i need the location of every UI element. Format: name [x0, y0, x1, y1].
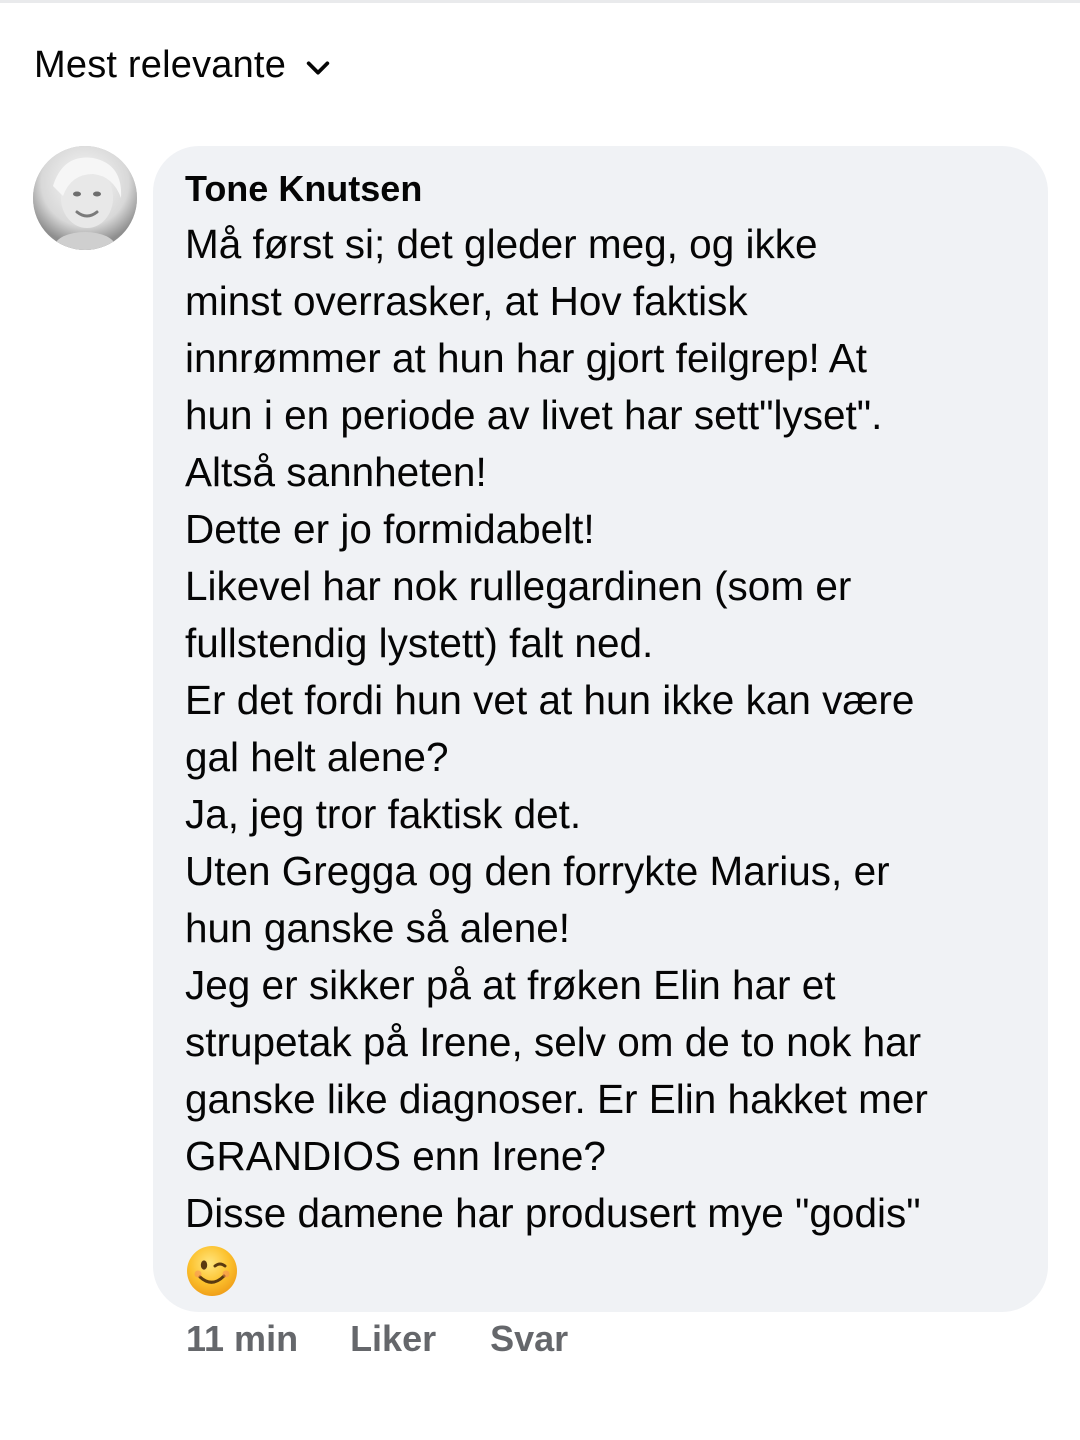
comment-line: Altså sannheten! [185, 449, 487, 495]
avatar[interactable] [33, 146, 137, 250]
comment-line: Jeg er sikker på at frøken Elin har et [185, 962, 836, 1008]
comment-line: strupetak på Irene, selv om de to nok ha… [185, 1019, 922, 1065]
comment-line: hun i en periode av livet har sett"lyset… [185, 392, 883, 438]
emoji-row [185, 1242, 1018, 1299]
comment-author[interactable]: Tone Knutsen [185, 168, 1018, 210]
like-button[interactable]: Liker [350, 1318, 436, 1360]
sort-dropdown[interactable]: Mest relevante [34, 44, 332, 87]
comment-line: Dette er jo formidabelt! [185, 506, 595, 552]
comment-body: Må først si; det gleder meg, og ikke min… [185, 216, 1018, 1299]
comment-line: innrømmer at hun har gjort feilgrep! At [185, 335, 868, 381]
comment-line: minst overrasker, at Hov faktisk [185, 278, 748, 324]
comment-line: GRANDIOS enn Irene? [185, 1133, 606, 1179]
comment-line: Uten Gregga og den forrykte Marius, er [185, 848, 890, 894]
top-divider [0, 0, 1080, 3]
chevron-down-icon [306, 60, 330, 75]
comment-line: Ja, jeg tror faktisk det. [185, 791, 582, 837]
comment-line: Er det fordi hun vet at hun ikke kan vær… [185, 677, 915, 723]
sort-label: Mest relevante [34, 44, 287, 86]
reply-button[interactable]: Svar [490, 1318, 568, 1360]
winking-face-emoji-icon [187, 1245, 237, 1296]
comment-line: ganske like diagnoser. Er Elin hakket me… [185, 1076, 928, 1122]
comment-line: hun ganske så alene! [185, 905, 571, 951]
profile-photo-icon [33, 146, 137, 250]
comment-time[interactable]: 11 min [186, 1318, 298, 1360]
comment-bubble: Tone Knutsen Må først si; det gleder meg… [153, 146, 1048, 1312]
comment-line: gal helt alene? [185, 734, 449, 780]
comment-line: Må først si; det gleder meg, og ikke [185, 221, 818, 267]
comment-actions: 11 min Liker Svar [186, 1318, 622, 1360]
comment-line: Disse damene har produsert mye "godis" [185, 1190, 921, 1236]
comment-line: fullstendig lystett) falt ned. [185, 620, 654, 666]
comment-line: Likevel har nok rullegardinen (som er [185, 563, 852, 609]
